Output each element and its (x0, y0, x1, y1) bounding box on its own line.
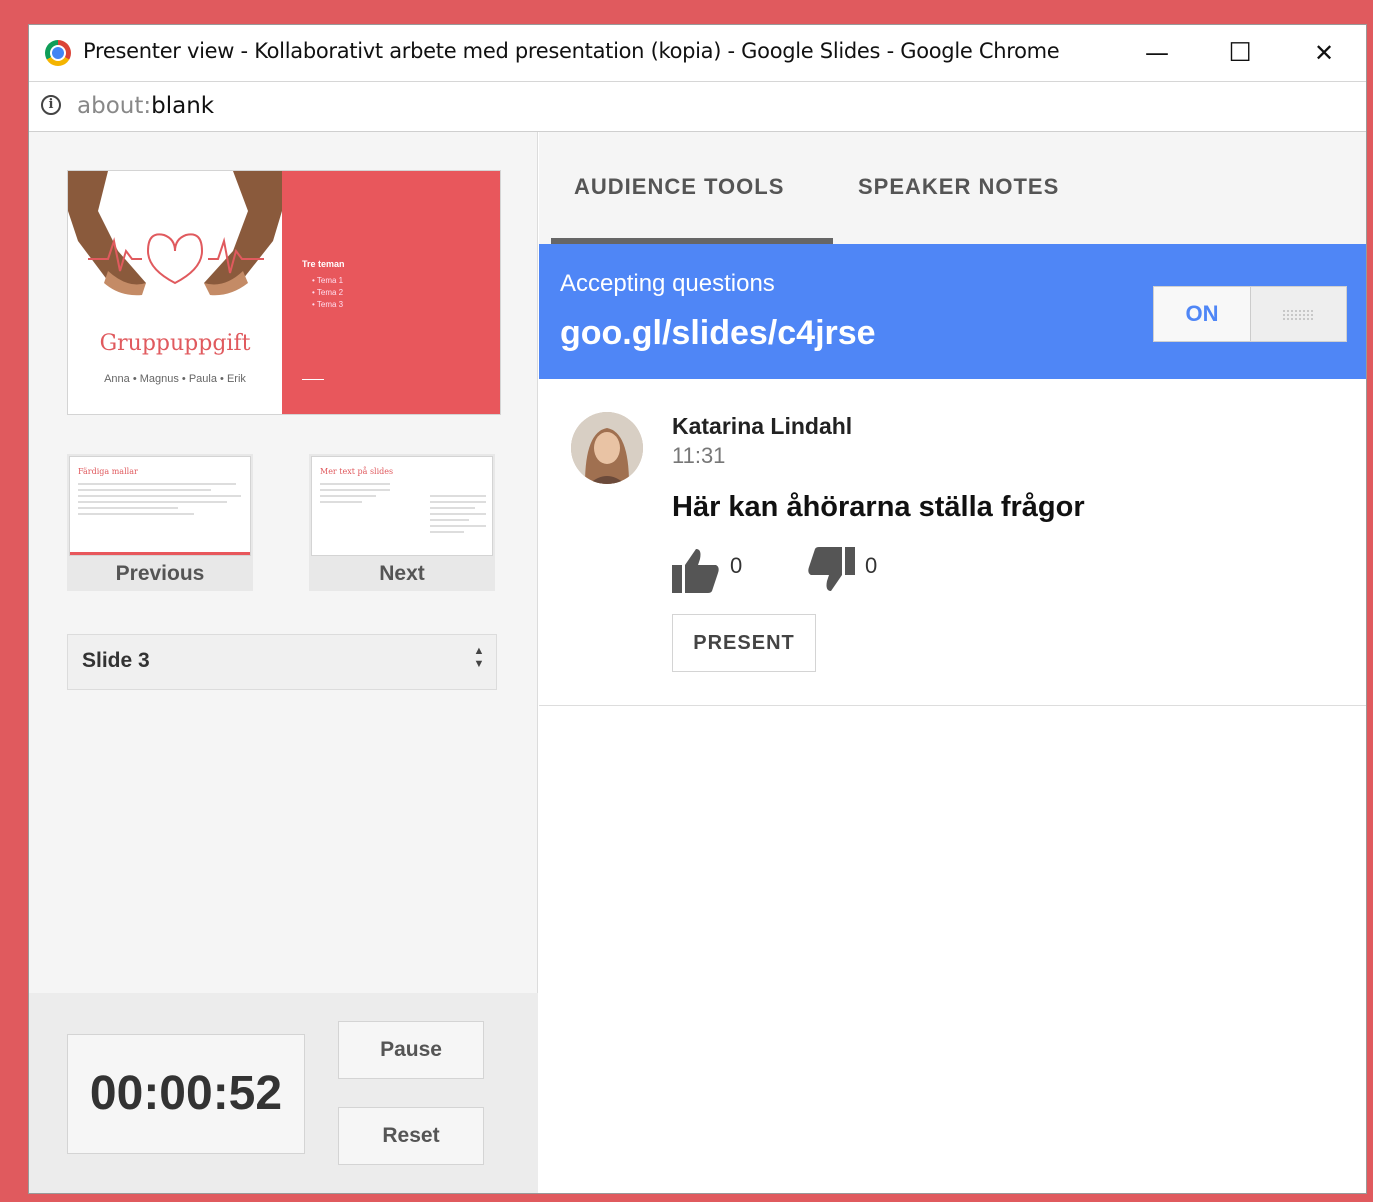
question-card: Katarina Lindahl 11:31 Här kan åhörarna … (539, 379, 1366, 706)
maximize-button[interactable]: ☐ (1215, 33, 1265, 73)
minimize-button[interactable]: — (1132, 33, 1182, 73)
url-scheme: about: (77, 93, 152, 119)
avatar (571, 412, 643, 484)
tab-audience-tools[interactable]: AUDIENCE TOOLS (574, 174, 784, 200)
tab-bar: AUDIENCE TOOLS SPEAKER NOTES (539, 132, 1366, 244)
panel-item: Tema 2 (312, 287, 343, 299)
tools-panel: AUDIENCE TOOLS SPEAKER NOTES Accepting q… (539, 132, 1366, 1193)
select-arrows-icon: ▲ ▼ (473, 645, 485, 670)
pause-button[interactable]: Pause (338, 1021, 484, 1079)
next-slide-thumbnail: Mer text på slides (311, 456, 493, 556)
slide-title: Gruppuppgift (99, 331, 251, 356)
slide-red-panel: Tre teman Tema 1 Tema 2 Tema 3 (282, 171, 500, 414)
previous-slide-button[interactable]: Färdiga mallar Previous (67, 454, 253, 591)
title-bar: Presenter view - Kollaborativt arbete me… (29, 25, 1366, 82)
like-button[interactable]: 0 (672, 547, 762, 595)
panel-divider (302, 379, 324, 380)
question-time: 11:31 (672, 443, 726, 468)
previous-thumb-title: Färdiga mallar (78, 467, 138, 476)
slide-subtitle: Anna • Magnus • Paula • Erik (104, 373, 246, 385)
next-slide-button[interactable]: Mer text på slides Next (309, 454, 495, 591)
tab-speaker-notes[interactable]: SPEAKER NOTES (858, 174, 1059, 200)
dislike-count: 0 (865, 553, 878, 578)
panel-item: Tema 1 (312, 275, 343, 287)
window-title: Presenter view - Kollaborativt arbete me… (83, 39, 1060, 63)
avatar-image (571, 412, 643, 484)
qa-banner: Accepting questions goo.gl/slides/c4jrse… (539, 244, 1366, 379)
like-count: 0 (730, 553, 743, 578)
qa-toggle-on: ON (1154, 287, 1251, 341)
timer-area: 00:00:52 Pause Reset (29, 993, 538, 1193)
current-slide-preview: Gruppuppgift Anna • Magnus • Paula • Eri… (67, 170, 501, 415)
present-button[interactable]: PRESENT (672, 614, 816, 672)
toggle-grip-icon (1282, 309, 1314, 321)
hands-heart-image (68, 171, 282, 296)
previous-label: Previous (115, 562, 205, 585)
reset-button[interactable]: Reset (338, 1107, 484, 1165)
question-author: Katarina Lindahl (672, 413, 853, 439)
url-text[interactable]: about:blank (77, 93, 214, 119)
close-button[interactable]: ✕ (1299, 33, 1349, 73)
timer-display: 00:00:52 (67, 1034, 305, 1154)
panel-item: Tema 3 (312, 299, 343, 311)
next-thumb-lines-left (320, 483, 390, 507)
chrome-window: Presenter view - Kollaborativt arbete me… (28, 24, 1367, 1194)
question-text: Här kan åhörarna ställa frågor (672, 491, 1085, 523)
slides-panel: Gruppuppgift Anna • Magnus • Paula • Eri… (29, 132, 538, 1193)
address-bar[interactable]: i about:blank (29, 82, 1366, 132)
panel-list: Tema 1 Tema 2 Tema 3 (312, 275, 343, 311)
info-icon[interactable]: i (41, 95, 61, 115)
panel-heading: Tre teman (302, 259, 345, 269)
thumbs-up-icon (672, 549, 719, 593)
next-thumb-title: Mer text på slides (320, 467, 394, 476)
qa-status: Accepting questions (560, 270, 775, 297)
qa-link[interactable]: goo.gl/slides/c4jrse (560, 314, 876, 353)
url-rest: blank (151, 93, 215, 119)
qa-toggle[interactable]: ON (1153, 286, 1347, 342)
chrome-logo-icon (45, 40, 71, 66)
previous-thumb-lines (78, 483, 244, 519)
previous-thumb-underline (70, 552, 250, 555)
thumbs-down-icon (808, 547, 855, 591)
slide-select[interactable]: Slide 3 ▲ ▼ (67, 634, 497, 690)
dislike-button[interactable]: 0 (807, 547, 897, 595)
slide-select-value: Slide 3 (82, 649, 150, 672)
previous-slide-thumbnail: Färdiga mallar (69, 456, 251, 556)
next-label: Next (379, 562, 425, 585)
next-thumb-lines-right (430, 495, 486, 537)
